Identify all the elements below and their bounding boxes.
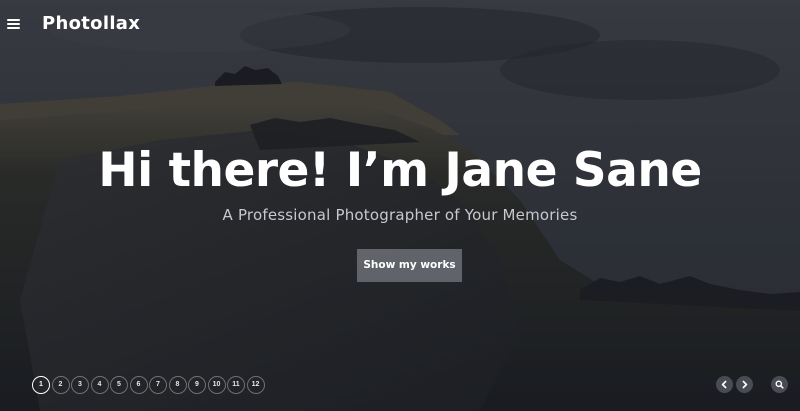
hero-subtitle: A Professional Photographer of Your Memo… (222, 206, 578, 224)
page-dot-3[interactable]: 3 (71, 376, 89, 394)
chevron-left-icon (721, 380, 727, 389)
page-dot-10[interactable]: 10 (207, 376, 226, 394)
show-my-works-button[interactable]: Show my works (357, 249, 462, 282)
page-dot-11[interactable]: 11 (227, 376, 245, 394)
search-icon (775, 380, 784, 389)
hero-section: Photollax Hi there! I’m Jane Sane A Prof… (0, 0, 800, 411)
page-dot-6[interactable]: 6 (129, 376, 148, 394)
page-dot-8[interactable]: 8 (168, 376, 187, 394)
menu-line (7, 27, 20, 29)
page-dot-2[interactable]: 2 (51, 376, 70, 394)
next-slide-button[interactable] (736, 376, 753, 393)
page-dot-5[interactable]: 5 (110, 376, 128, 394)
page-dot-1[interactable]: 1 (32, 376, 50, 394)
site-logo-text[interactable]: Photollax (42, 13, 140, 34)
page-dot-7[interactable]: 7 (149, 376, 167, 394)
page-dot-9[interactable]: 9 (188, 376, 206, 394)
menu-line (7, 23, 20, 25)
prev-slide-button[interactable] (716, 376, 733, 393)
page-dot-4[interactable]: 4 (90, 376, 109, 394)
page-dot-12[interactable]: 12 (246, 376, 265, 394)
search-button[interactable] (771, 376, 788, 393)
menu-line (7, 19, 20, 21)
hamburger-menu-icon[interactable] (6, 15, 22, 33)
slide-pagination: 1 2 3 4 5 6 7 8 9 10 11 12 (32, 376, 265, 394)
chevron-right-icon (742, 380, 748, 389)
site-header: Photollax (0, 0, 800, 52)
hero-title: Hi there! I’m Jane Sane (98, 143, 702, 198)
